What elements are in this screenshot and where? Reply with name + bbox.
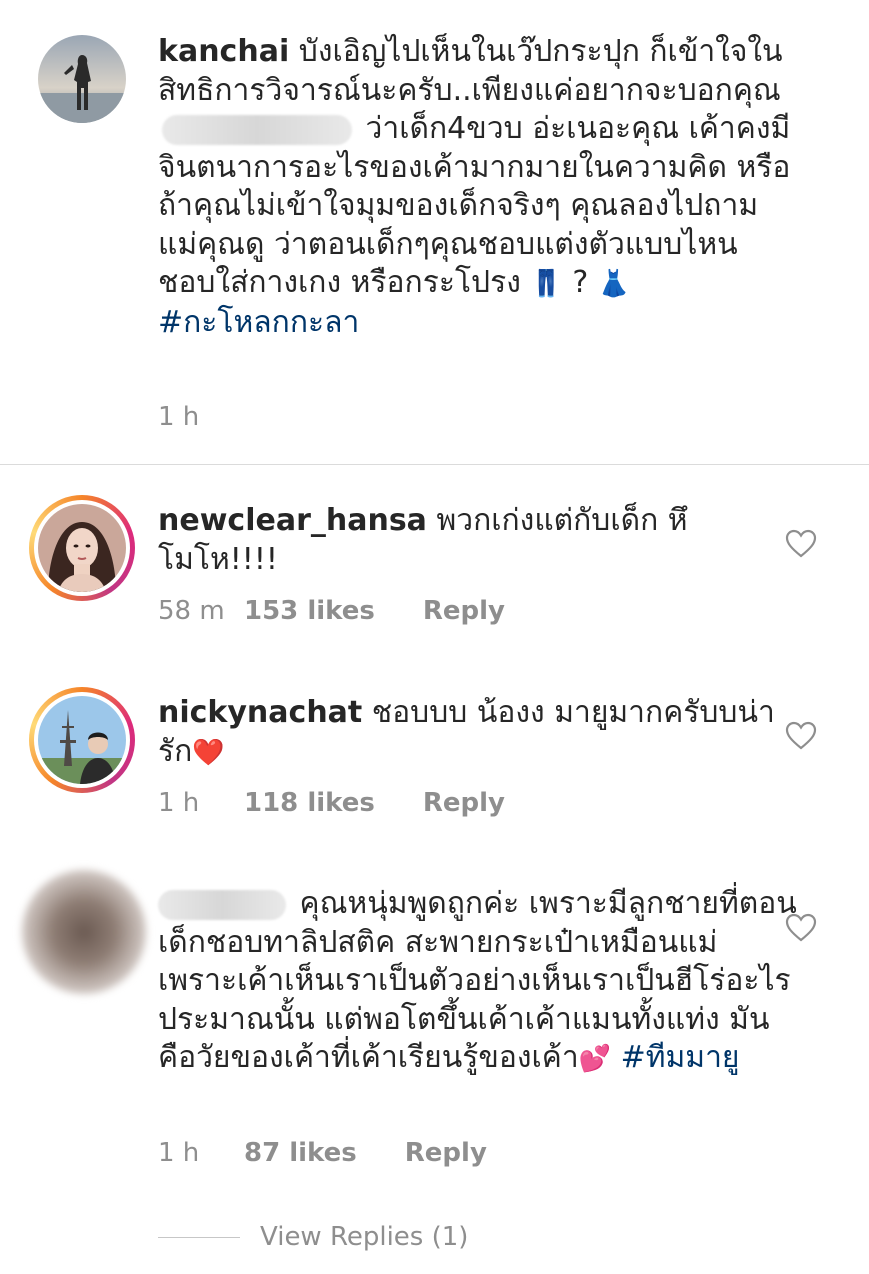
likes-count[interactable]: 87 likes — [244, 1138, 357, 1168]
hashtag-link[interactable]: #กะโหลกกะลา — [158, 305, 359, 340]
divider — [0, 464, 869, 465]
username[interactable]: nickynachat — [158, 695, 362, 730]
jeans-emoji: 👖 — [530, 269, 563, 299]
caption-meta: 1 h — [158, 402, 244, 432]
timestamp: 1 h — [158, 402, 200, 432]
hashtag-link[interactable]: #ทีมมายู — [611, 1040, 740, 1075]
avatar-image — [38, 696, 126, 784]
avatar-redacted[interactable] — [22, 870, 146, 994]
heart-emoji: ❤️ — [192, 737, 225, 768]
timestamp: 58 m — [158, 596, 225, 626]
avatar-nickynachat[interactable] — [29, 687, 135, 793]
reply-button[interactable]: Reply — [423, 596, 505, 626]
reply-button[interactable]: Reply — [405, 1138, 487, 1168]
comment-meta: 1 h 87 likes Reply — [158, 1138, 487, 1168]
avatar-image — [38, 35, 126, 123]
timestamp: 1 h — [158, 788, 200, 818]
username[interactable]: kanchai — [158, 34, 289, 69]
comment-text: คุณหนุ่มพูดถูกค่ะ เพราะมีลูกชายที่ตอนเด็… — [158, 885, 798, 1079]
caption-text: kanchai บังเอิญไปเห็นในเว๊ปกระปุก ก็เข้า… — [158, 33, 798, 342]
comment-text: nickynachat ชอบบบ น้องง มายูมากครับบน่าร… — [158, 694, 798, 772]
redacted-name — [162, 114, 352, 145]
redacted-username — [158, 889, 286, 920]
dress-emoji: 👗 — [597, 269, 631, 299]
two-hearts-emoji: 💕 — [578, 1044, 612, 1074]
comment-meta: 58 m 153 likes Reply — [158, 596, 505, 626]
like-heart-icon[interactable] — [785, 528, 817, 560]
like-heart-icon[interactable] — [785, 720, 817, 752]
view-replies-label[interactable]: View Replies (1) — [260, 1222, 468, 1252]
timestamp: 1 h — [158, 1138, 200, 1168]
caption-question: ? — [562, 265, 598, 300]
comment-text: newclear_hansa พวกเก่งแต่กับเด็ก หึโมโห!… — [158, 502, 798, 579]
avatar-newclear-hansa[interactable] — [29, 495, 135, 601]
comment-meta: 1 h 118 likes Reply — [158, 788, 505, 818]
replies-line — [158, 1236, 240, 1238]
likes-count[interactable]: 153 likes — [244, 596, 375, 626]
avatar-kanchai[interactable] — [38, 35, 126, 123]
avatar-image — [38, 504, 126, 592]
like-heart-icon[interactable] — [785, 912, 817, 944]
username[interactable]: newclear_hansa — [158, 503, 427, 538]
likes-count[interactable]: 118 likes — [244, 788, 375, 818]
reply-button[interactable]: Reply — [423, 788, 505, 818]
view-replies[interactable]: View Replies (1) — [158, 1222, 468, 1252]
